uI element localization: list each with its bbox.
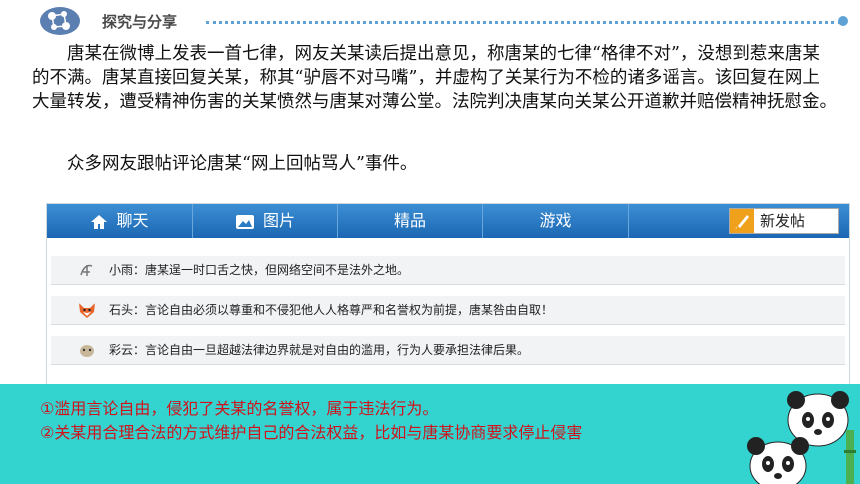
forum-post[interactable]: 彩云：言论自由一旦超越法律边界就是对自由的滥用，行为人要承担法律后果。	[51, 336, 845, 365]
home-icon	[91, 214, 108, 229]
divider-end-dot	[838, 16, 848, 26]
answer-line-2: ②关某用合理合法的方式维护自己的合法权益，比如与唐某协商要求停止侵害	[40, 423, 583, 442]
molecule-logo-icon	[40, 7, 80, 35]
pen-icon	[730, 209, 754, 233]
post-text: 彩云：言论自由一旦超越法律边界就是对自由的滥用，行为人要承担法律后果。	[109, 343, 530, 357]
dotted-divider	[206, 21, 841, 24]
nav-tab-label: 游戏	[539, 211, 572, 230]
forum-panel: 聊天 图片 精品 游戏 新发帖 小雨：唐某逞一时口舌之快，但网络空间不是法外之地…	[46, 203, 850, 385]
forum-post[interactable]: 石头：言论自由必须以尊重和不侵犯他人人格尊严和名誉权为前提，唐某咎由自取！	[51, 296, 845, 325]
forum-nav-bar: 聊天 图片 精品 游戏 新发帖	[47, 204, 849, 238]
sketch-avatar-icon	[77, 260, 97, 280]
nav-tab-label: 精品	[393, 211, 426, 230]
answer-line-1: ①滥用言论自由，侵犯了关某的名誉权，属于违法行为。	[40, 399, 439, 418]
nav-tab-chat[interactable]: 聊天	[47, 204, 193, 238]
new-post-label: 新发帖	[760, 212, 806, 230]
story-paragraph-2: 众多网友跟帖评论唐某“网上回帖骂人”事件。	[67, 154, 418, 174]
nav-tab-featured[interactable]: 精品	[338, 204, 483, 238]
nav-tab-label: 图片	[262, 211, 295, 230]
post-text: 小雨：唐某逞一时口舌之快，但网络空间不是法外之地。	[109, 263, 410, 277]
nav-tab-games[interactable]: 游戏	[483, 204, 629, 238]
story-paragraph-1: 唐某在微博上发表一首七律，网友关某读后提出意见，称唐某的七律“格律不对”，没想到…	[32, 44, 837, 112]
sketch-avatar-icon	[77, 340, 97, 360]
nav-tab-label: 聊天	[116, 211, 149, 230]
forum-post[interactable]: 小雨：唐某逞一时口舌之快，但网络空间不是法外之地。	[51, 256, 845, 285]
new-post-button[interactable]: 新发帖	[729, 208, 839, 234]
section-header: 探究与分享	[38, 6, 848, 38]
fox-avatar-icon	[79, 303, 95, 318]
panda-illustration-icon	[747, 391, 856, 484]
image-icon	[235, 214, 254, 229]
section-title: 探究与分享	[102, 13, 178, 31]
post-text: 石头：言论自由必须以尊重和不侵犯他人人格尊严和名誉权为前提，唐某咎由自取！	[109, 303, 554, 317]
nav-tab-images[interactable]: 图片	[193, 204, 338, 238]
